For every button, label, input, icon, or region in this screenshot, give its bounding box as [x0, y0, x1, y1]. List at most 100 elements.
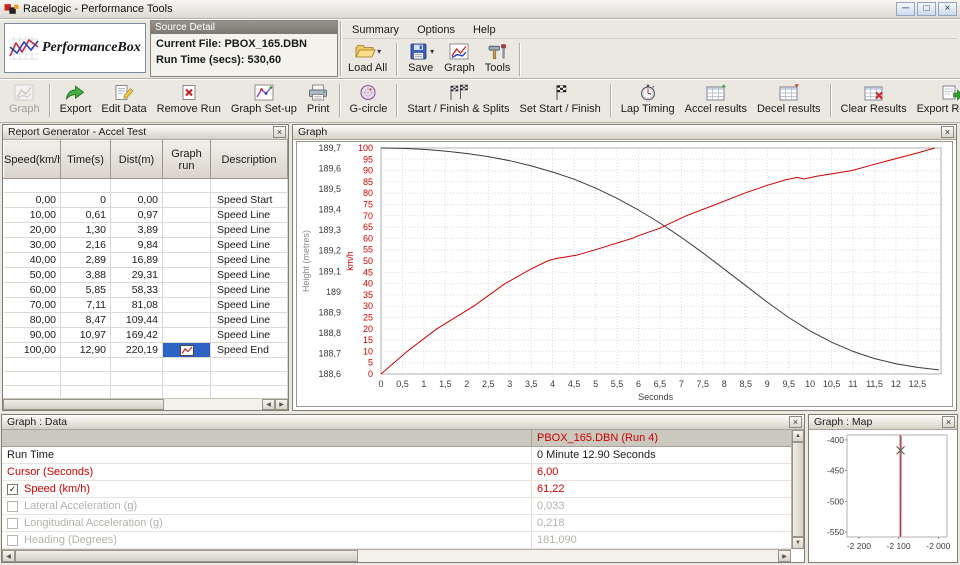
report-cell[interactable]: 0,00: [110, 192, 163, 208]
report-cell[interactable]: 58,33: [110, 282, 163, 298]
map-chart-area[interactable]: -2 200 -2 100 -2 000 -400 -450 -500 -550: [810, 430, 956, 561]
toolbar-button-tools[interactable]: Tools: [480, 41, 516, 75]
report-cell[interactable]: 12,90: [60, 342, 111, 358]
graph-run-cell[interactable]: [162, 178, 211, 193]
vertical-scrollbar[interactable]: [791, 430, 804, 549]
report-cell[interactable]: 169,42: [110, 327, 163, 343]
scrollbar-thumb[interactable]: [3, 399, 164, 410]
scrollbar-thumb[interactable]: [792, 442, 804, 537]
graph-run-cell[interactable]: [162, 357, 211, 372]
scrollbar-track[interactable]: [3, 399, 262, 410]
report-cell[interactable]: 80,00: [3, 312, 61, 328]
report-cell[interactable]: [3, 178, 61, 193]
toolbar-button-start-finish-splits[interactable]: Start / Finish & Splits: [402, 82, 514, 116]
column-header-speed[interactable]: Speed(km/h): [3, 140, 61, 179]
graph-map-close-button[interactable]: [942, 416, 955, 428]
dropdown-arrow-icon[interactable]: [376, 45, 381, 57]
report-cell[interactable]: 16,89: [110, 252, 163, 268]
run-column-header[interactable]: PBOX_165.DBN (Run 4): [532, 432, 791, 444]
column-header-dist[interactable]: Dist(m): [110, 140, 163, 179]
graph-data-label-cell[interactable]: Run Time: [2, 447, 532, 463]
checkbox-unchecked[interactable]: [7, 534, 18, 546]
report-cell[interactable]: 100,00: [3, 342, 61, 358]
toolbar-button-remove-run[interactable]: Remove Run: [152, 82, 226, 116]
report-cell[interactable]: 40,00: [3, 252, 61, 268]
report-cell[interactable]: 7,11: [60, 297, 111, 313]
report-table-row[interactable]: 10,00 0,61 0,97 Speed Line: [3, 207, 288, 223]
menu-help[interactable]: Help: [464, 22, 505, 38]
report-hscrollbar[interactable]: [3, 398, 288, 410]
report-cell[interactable]: 3,88: [60, 267, 111, 283]
report-table-row[interactable]: [3, 371, 288, 386]
report-cell[interactable]: 5,85: [60, 282, 111, 298]
report-cell[interactable]: [110, 371, 163, 386]
report-table-row[interactable]: 20,00 1,30 3,89 Speed Line: [3, 222, 288, 238]
report-cell[interactable]: 10,00: [3, 207, 61, 223]
toolbar-button-lap-timing[interactable]: Lap Timing: [616, 82, 680, 116]
report-cell[interactable]: Speed Line: [210, 327, 288, 343]
column-header-time[interactable]: Time(s): [60, 140, 111, 179]
report-cell[interactable]: 30,00: [3, 237, 61, 253]
report-cell[interactable]: Speed Line: [210, 252, 288, 268]
scroll-down-icon[interactable]: [792, 537, 804, 549]
toolbar-button-graph-set-up[interactable]: Graph Set-up: [226, 82, 302, 116]
scroll-up-icon[interactable]: [792, 430, 804, 442]
graph-data-label-cell[interactable]: Cursor (Seconds): [2, 464, 532, 480]
report-table-row[interactable]: 70,00 7,11 81,08 Speed Line: [3, 297, 288, 313]
report-cell[interactable]: 50,00: [3, 267, 61, 283]
scrollbar-track[interactable]: [792, 442, 804, 537]
report-cell[interactable]: 8,47: [60, 312, 111, 328]
menu-summary[interactable]: Summary: [343, 22, 408, 38]
report-cell[interactable]: 0,97: [110, 207, 163, 223]
toolbar-button-set-start-finish[interactable]: Set Start / Finish: [514, 82, 605, 116]
report-cell[interactable]: Speed Line: [210, 222, 288, 238]
graph-run-cell[interactable]: [162, 207, 211, 223]
report-cell[interactable]: 220,19: [110, 342, 163, 358]
report-cell[interactable]: 9,84: [110, 237, 163, 253]
report-cell[interactable]: 0,61: [60, 207, 111, 223]
report-cell[interactable]: Speed Line: [210, 237, 288, 253]
report-table-row[interactable]: 40,00 2,89 16,89 Speed Line: [3, 252, 288, 268]
graph-run-cell[interactable]: [162, 371, 211, 386]
toolbar-button-export-results[interactable]: Export Results: [912, 82, 960, 116]
checkbox-unchecked[interactable]: [7, 517, 18, 529]
report-cell[interactable]: 70,00: [3, 297, 61, 313]
scrollbar-thumb[interactable]: [15, 550, 359, 562]
report-cell[interactable]: 109,44: [110, 312, 163, 328]
report-cell[interactable]: [110, 178, 163, 193]
graph-run-cell-selected[interactable]: [162, 342, 211, 358]
horizontal-scrollbar[interactable]: [2, 549, 791, 562]
report-cell[interactable]: 81,08: [110, 297, 163, 313]
toolbar-button-load-all[interactable]: Load All: [343, 41, 392, 75]
graph-data-label-cell[interactable]: ✓ Speed (km/h): [2, 481, 532, 497]
report-cell[interactable]: 90,00: [3, 327, 61, 343]
report-table-row[interactable]: 90,00 10,97 169,42 Speed Line: [3, 327, 288, 343]
report-table-row[interactable]: 0,00 0 0,00 Speed Start: [3, 192, 288, 208]
report-cell[interactable]: 2,16: [60, 237, 111, 253]
report-cell[interactable]: Speed Line: [210, 267, 288, 283]
toolbar-button-decel-results[interactable]: Decel results: [752, 82, 826, 116]
scroll-right-icon[interactable]: [275, 399, 288, 410]
report-table-row[interactable]: [3, 178, 288, 193]
report-cell[interactable]: 1,30: [60, 222, 111, 238]
graph-run-cell[interactable]: [162, 192, 211, 208]
menu-options[interactable]: Options: [408, 22, 464, 38]
checkbox-checked[interactable]: ✓: [7, 483, 18, 495]
graph-run-cell[interactable]: [162, 252, 211, 268]
report-cell[interactable]: [60, 371, 111, 386]
report-cell[interactable]: [110, 357, 163, 372]
toolbar-button-graph[interactable]: Graph: [439, 41, 480, 75]
report-cell[interactable]: [60, 357, 111, 372]
scroll-left-icon[interactable]: [2, 550, 15, 562]
report-table-row[interactable]: 60,00 5,85 58,33 Speed Line: [3, 282, 288, 298]
toolbar-button-g-circle[interactable]: G-circle: [345, 82, 393, 116]
toolbar-button-print[interactable]: Print: [302, 82, 335, 116]
toolbar-button-export[interactable]: Export: [55, 82, 97, 116]
report-table-row[interactable]: 50,00 3,88 29,31 Speed Line: [3, 267, 288, 283]
graph-data-label-cell[interactable]: Heading (Degrees): [2, 532, 532, 548]
report-panel-close-button[interactable]: [273, 126, 286, 138]
report-cell[interactable]: 29,31: [110, 267, 163, 283]
graph-run-cell[interactable]: [162, 297, 211, 313]
report-cell[interactable]: Speed End: [210, 342, 288, 358]
report-cell[interactable]: 20,00: [3, 222, 61, 238]
